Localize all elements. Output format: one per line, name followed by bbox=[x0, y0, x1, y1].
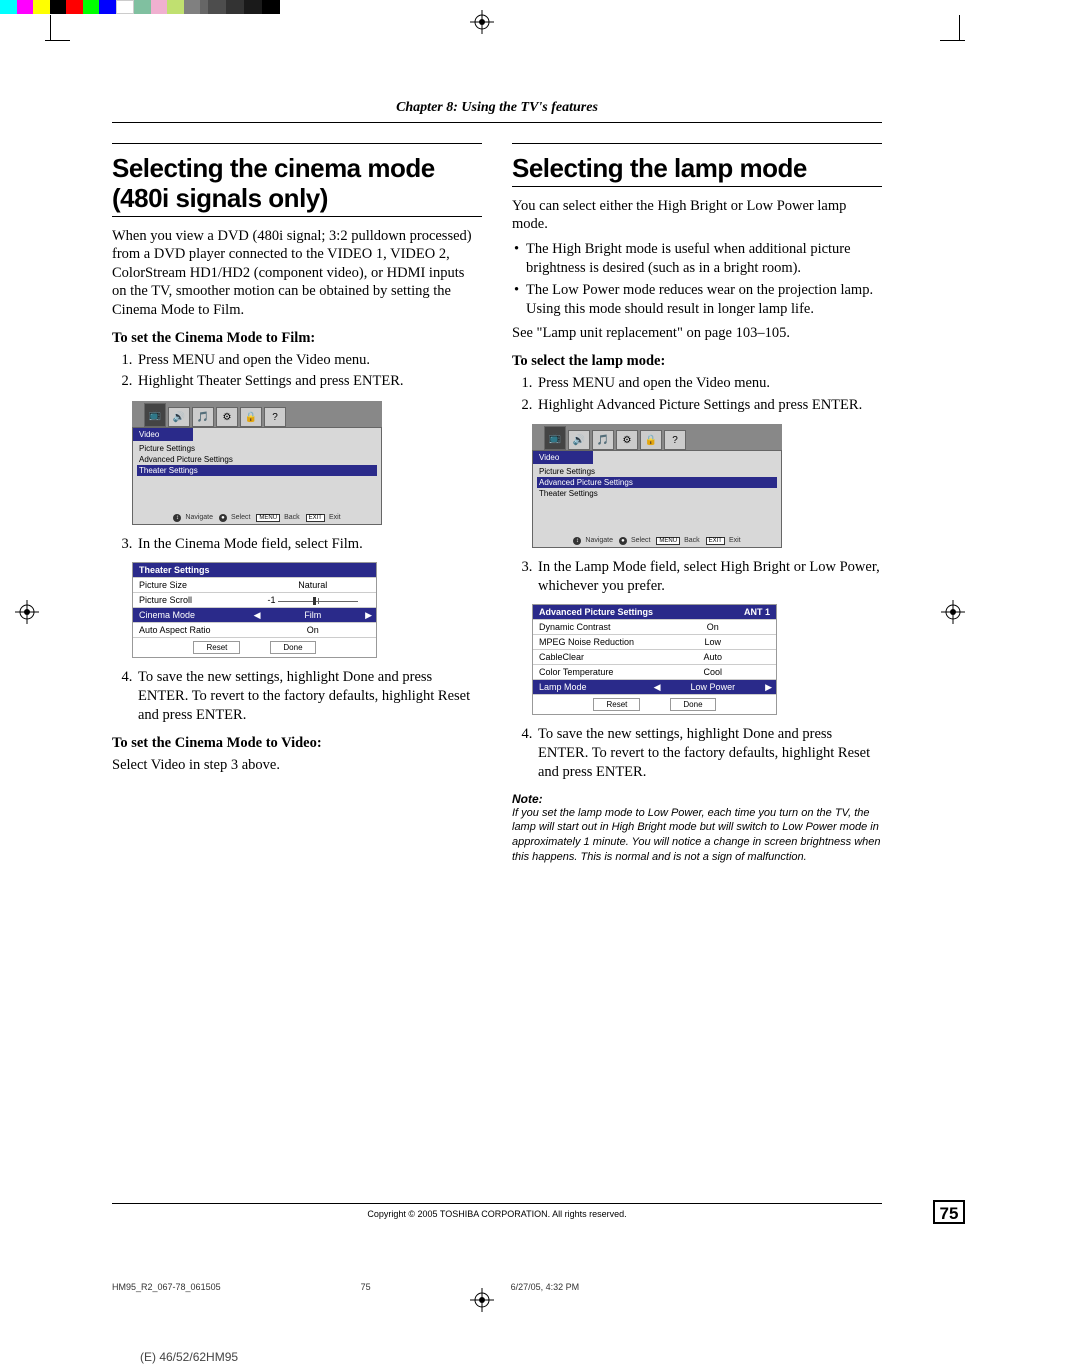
setting-value: On bbox=[250, 623, 376, 637]
list-item: In the Cinema Mode field, select Film. bbox=[136, 535, 482, 554]
setting-label: Auto Aspect Ratio bbox=[133, 623, 250, 637]
osd-tab-active: 📺 bbox=[144, 403, 166, 427]
setting-value: On bbox=[650, 620, 776, 634]
setting-label: Picture Size bbox=[133, 578, 250, 592]
crop-mark bbox=[920, 20, 960, 60]
subheading: To select the lamp mode: bbox=[512, 353, 882, 370]
paragraph: See "Lamp unit replacement" on page 103–… bbox=[512, 324, 882, 343]
paragraph: Select Video in step 3 above. bbox=[112, 756, 482, 775]
settings-table: Theater Settings Picture SizeNatural Pic… bbox=[132, 562, 377, 658]
list-item: Highlight Advanced Picture Settings and … bbox=[536, 396, 882, 415]
osd-tab: 🎵 bbox=[592, 430, 614, 450]
setting-label: Cinema Mode bbox=[133, 608, 250, 622]
registration-mark bbox=[15, 600, 39, 624]
osd-item: Picture Settings bbox=[537, 466, 777, 477]
subheading: To set the Cinema Mode to Film: bbox=[112, 330, 482, 347]
settings-header: Advanced Picture SettingsANT 1 bbox=[533, 605, 776, 619]
setting-value: Low bbox=[650, 635, 776, 649]
osd-item: Picture Settings bbox=[137, 443, 377, 454]
osd-screenshot: 📺 🔊 🎵 ⚙ 🔒 ? Video Picture Settings Advan… bbox=[132, 401, 382, 525]
list-item: In the Lamp Mode field, select High Brig… bbox=[536, 558, 882, 596]
divider bbox=[512, 186, 882, 187]
setting-value: Auto bbox=[650, 650, 776, 664]
list-item: To save the new settings, highlight Done… bbox=[136, 668, 482, 725]
setting-value: Natural bbox=[250, 578, 376, 592]
note-heading: Note: bbox=[512, 792, 882, 806]
divider bbox=[112, 216, 482, 217]
osd-tab: ? bbox=[664, 430, 686, 450]
model-identifier: (E) 46/52/62HM95 bbox=[140, 1350, 238, 1364]
right-column: Selecting the lamp mode You can select e… bbox=[512, 143, 882, 865]
setting-value: ◀Film▶ bbox=[250, 608, 376, 622]
setting-label: MPEG Noise Reduction bbox=[533, 635, 650, 649]
divider bbox=[112, 122, 882, 123]
paragraph: You can select either the High Bright or… bbox=[512, 197, 882, 234]
setting-label: Lamp Mode bbox=[533, 680, 650, 694]
divider bbox=[512, 143, 882, 144]
settings-table: Advanced Picture SettingsANT 1 Dynamic C… bbox=[532, 604, 777, 715]
section-heading: Selecting the cinema mode (480i signals … bbox=[112, 154, 482, 214]
osd-footer: ↕Navigate ●Select MENUBack EXITExit bbox=[133, 514, 381, 522]
setting-label: Picture Scroll bbox=[133, 593, 250, 607]
osd-tab: 🔊 bbox=[168, 407, 190, 427]
osd-screenshot: 📺 🔊 🎵 ⚙ 🔒 ? Video Picture Settings Advan… bbox=[532, 424, 782, 548]
osd-tab: 🔒 bbox=[640, 430, 662, 450]
chapter-heading: Chapter 8: Using the TV's features bbox=[112, 100, 882, 116]
osd-tab: 🔊 bbox=[568, 430, 590, 450]
left-column: Selecting the cinema mode (480i signals … bbox=[112, 143, 482, 865]
print-footer: HM95_R2_067-78_061505 75 6/27/05, 4:32 P… bbox=[112, 1282, 882, 1292]
setting-label: Color Temperature bbox=[533, 665, 650, 679]
osd-tab: ? bbox=[264, 407, 286, 427]
osd-item-highlighted: Theater Settings bbox=[137, 465, 377, 476]
list-item: To save the new settings, highlight Done… bbox=[536, 725, 882, 782]
list-item: The Low Power mode reduces wear on the p… bbox=[512, 281, 882, 318]
osd-item: Advanced Picture Settings bbox=[137, 454, 377, 465]
setting-value: -1 bbox=[250, 593, 376, 607]
setting-label: Dynamic Contrast bbox=[533, 620, 650, 634]
section-heading: Selecting the lamp mode bbox=[512, 154, 882, 184]
setting-label: CableClear bbox=[533, 650, 650, 664]
list-item: Press MENU and open the Video menu. bbox=[536, 374, 882, 393]
osd-tab: ⚙ bbox=[616, 430, 638, 450]
reset-button: Reset bbox=[593, 698, 640, 711]
settings-header: Theater Settings bbox=[133, 563, 376, 577]
osd-tab-active: 📺 bbox=[544, 426, 566, 450]
registration-mark bbox=[470, 10, 494, 34]
list-item: Press MENU and open the Video menu. bbox=[136, 351, 482, 370]
paragraph: When you view a DVD (480i signal; 3:2 pu… bbox=[112, 227, 482, 320]
divider bbox=[112, 143, 482, 144]
list-item: Highlight Theater Settings and press ENT… bbox=[136, 372, 482, 391]
osd-item: Theater Settings bbox=[537, 488, 777, 499]
page-number: 75 bbox=[933, 1200, 965, 1224]
osd-item-highlighted: Advanced Picture Settings bbox=[537, 477, 777, 488]
subheading: To set the Cinema Mode to Video: bbox=[112, 735, 482, 752]
setting-value: Cool bbox=[650, 665, 776, 679]
crop-mark bbox=[50, 20, 90, 60]
osd-footer: ↕Navigate ●Select MENUBack EXITExit bbox=[533, 537, 781, 545]
registration-mark bbox=[941, 600, 965, 624]
osd-category-label: Video bbox=[533, 451, 593, 464]
done-button: Done bbox=[670, 698, 715, 711]
osd-tab: 🔒 bbox=[240, 407, 262, 427]
copyright-footer: Copyright © 2005 TOSHIBA CORPORATION. Al… bbox=[112, 1203, 882, 1219]
osd-category-label: Video bbox=[133, 428, 193, 441]
osd-tab: ⚙ bbox=[216, 407, 238, 427]
list-item: The High Bright mode is useful when addi… bbox=[512, 240, 882, 277]
setting-value: ◀Low Power▶ bbox=[650, 680, 776, 694]
print-color-bar-right bbox=[0, 0, 200, 14]
done-button: Done bbox=[270, 641, 315, 654]
reset-button: Reset bbox=[193, 641, 240, 654]
osd-tab: 🎵 bbox=[192, 407, 214, 427]
note-text: If you set the lamp mode to Low Power, e… bbox=[512, 806, 882, 865]
